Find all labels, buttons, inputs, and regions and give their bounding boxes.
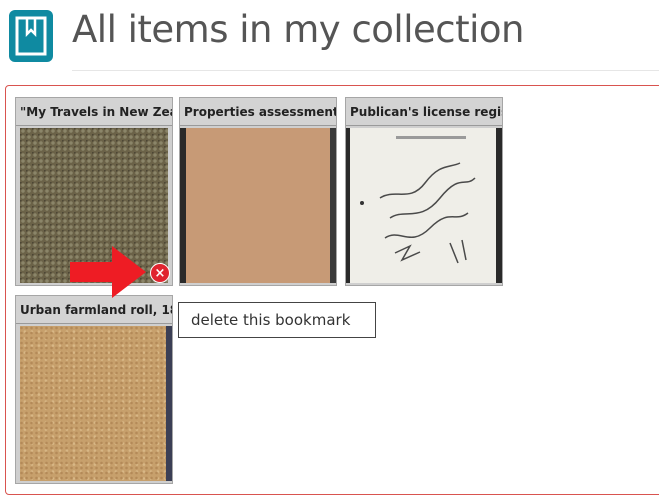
item-title[interactable]: Urban farmland roll, 1873 <box>16 296 172 324</box>
page-title: All items in my collection <box>72 8 524 51</box>
bookmark-book-icon <box>9 10 53 62</box>
tooltip: delete this bookmark <box>178 302 376 338</box>
collection-item[interactable]: Properties assessment <box>179 97 337 286</box>
thumbnail-edge <box>166 326 172 481</box>
header-divider <box>72 70 659 71</box>
collection-item[interactable]: Urban farmland roll, 1873 <box>15 295 173 484</box>
thumbnail-edge <box>330 128 336 283</box>
item-thumbnail[interactable] <box>184 128 332 283</box>
arrow-right-icon <box>70 246 146 298</box>
collection-item[interactable]: Publican's license register <box>345 97 503 286</box>
delete-bookmark-button[interactable]: × <box>150 263 170 283</box>
item-title[interactable]: Properties assessment <box>180 98 336 126</box>
page-header: All items in my collection <box>0 0 659 72</box>
item-title[interactable]: "My Travels in New Zealand" <box>16 98 172 126</box>
item-thumbnail[interactable] <box>350 128 498 283</box>
thumbnail-edge <box>496 128 502 283</box>
thumbnail-edge <box>346 128 350 283</box>
item-thumbnail[interactable] <box>20 326 168 481</box>
item-title[interactable]: Publican's license register <box>346 98 502 126</box>
thumbnail-edge <box>180 128 186 283</box>
handwriting-sketch <box>360 136 476 264</box>
close-icon: × <box>154 266 166 281</box>
